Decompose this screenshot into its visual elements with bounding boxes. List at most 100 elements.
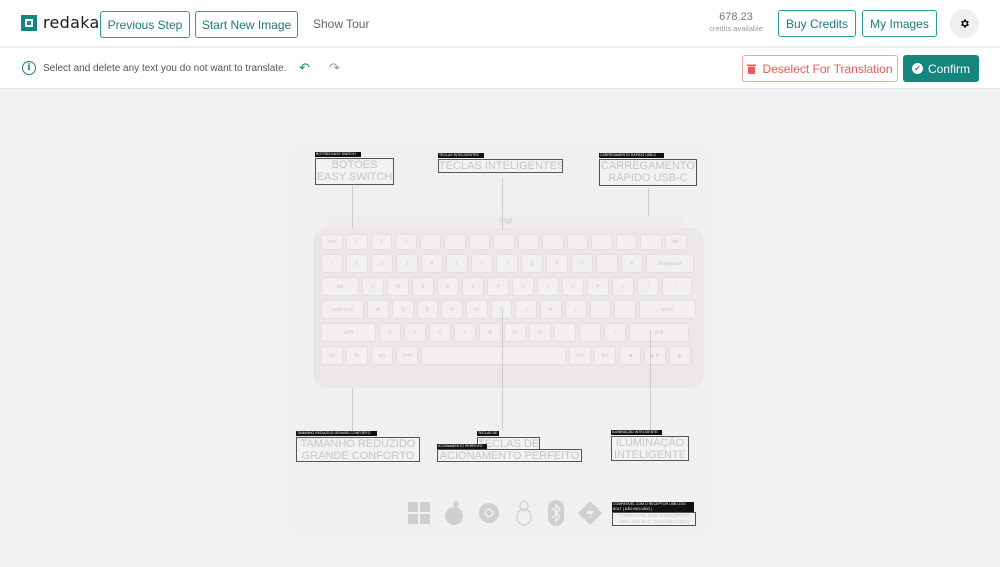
keyboard-key: - (596, 254, 618, 273)
keyboard-key: T (462, 277, 484, 296)
keyboard-key: 1 (346, 234, 368, 250)
text-region[interactable]: TECLAS INTELIGENTES (438, 159, 563, 173)
callout-line (352, 184, 353, 228)
text-region[interactable]: ACIONAMENTO PERFEITO (437, 449, 582, 462)
credits-label: credits available (709, 24, 763, 33)
keyboard-key: M (529, 323, 551, 342)
text-line: USB LOGI BOLT (NÃO INCLUÍDO) (618, 519, 690, 524)
callout-line (502, 310, 503, 430)
keyboard-key: F (441, 300, 464, 319)
text-region-tag[interactable]: CARREGAMENTO RÁPIDO USB-C (599, 153, 664, 158)
keyboard-key: cmd (569, 346, 591, 365)
text-region[interactable]: TAMANHO REDUZIDO GRANDE CONFORTO (296, 437, 420, 462)
keyboard-key: fn (346, 346, 368, 365)
keyboard-row: caps lockASDFGHJKL;'enter (321, 300, 697, 319)
keyboard-key: 2 (370, 234, 392, 250)
keyboard-key: P (587, 277, 609, 296)
keyboard-key: ctrl (321, 346, 343, 365)
keyboard-key: = (621, 254, 643, 273)
keyboard-key (419, 234, 441, 250)
text-region-tag[interactable]: ILUMINAÇÃO INTELIGENTE (611, 430, 662, 435)
keyboard-key: I (537, 277, 559, 296)
text-region[interactable]: BOTÕES EASY SWITCH (315, 158, 394, 185)
keyboard-key: Z (379, 323, 401, 342)
apple-icon (444, 500, 464, 530)
deselect-label: Deselect For Translation (762, 61, 893, 76)
keyboard-key (640, 234, 662, 250)
keyboard-key: N (504, 323, 526, 342)
buy-credits-button[interactable]: Buy Credits (778, 10, 856, 37)
keyboard-key: X (404, 323, 426, 342)
keyboard-key: D (416, 300, 439, 319)
keyboard-key: 4 (421, 254, 443, 273)
keyboard-key: V (454, 323, 476, 342)
keyboard-key: 3 (396, 254, 418, 273)
keyboard-key: O (562, 277, 584, 296)
deselect-for-translation-button[interactable]: Deselect For Translation (742, 55, 898, 82)
start-new-image-button[interactable]: Start New Image (195, 11, 298, 38)
keyboard-key: ▲▼ (644, 346, 666, 365)
show-tour-link[interactable]: Show Tour (313, 17, 369, 31)
text-region-tag[interactable]: BOTÕES EASY SWITCH (315, 152, 361, 157)
keyboard-row: ctrl fn opt cmd cmd opt ◀ ▲▼ ▶ (321, 346, 696, 365)
text-region[interactable]: ILUMINAÇÃO INTELIGENTE (611, 436, 689, 461)
text-region[interactable]: COMPATÍVEL COM O RECEPTOR USB LOGI BOLT … (612, 512, 696, 526)
keyboard-key: ▶ (669, 346, 691, 365)
keyboard-key: 3 (395, 234, 417, 250)
text-line: ACIONAMENTO PERFEITO (439, 450, 580, 462)
text-region-tag[interactable]: COMPATÍVEL COM O RECEPTOR USB LOGI BOLT … (612, 502, 694, 512)
text-region-tag[interactable]: TAMANHO REDUZIDO GRANDE CONFORTO (296, 431, 377, 436)
callout-line (352, 388, 353, 433)
linux-icon (514, 500, 534, 531)
credits-display: 678.23 credits available (700, 11, 772, 33)
keyboard-key: E (412, 277, 434, 296)
settings-button[interactable] (950, 9, 979, 38)
text-region[interactable]: CARREGAMENTO RÁPIDO USB-C (599, 159, 697, 186)
windows-icon (408, 502, 430, 529)
keyboard-key (444, 234, 466, 250)
text-line: CARREGAMENTO (601, 160, 695, 172)
keyboard-key: ~ (321, 254, 343, 273)
keyboard-key (493, 234, 515, 250)
text-line: TAMANHO REDUZIDO (300, 438, 416, 450)
keyboard-key: 1 (346, 254, 368, 273)
keyboard-key: ◀ (619, 346, 641, 365)
text-line: INTELIGENTE (613, 449, 687, 461)
keyboard-key: S (392, 300, 414, 319)
text-region-tag[interactable]: TECLAS DE (477, 431, 499, 436)
callout-line (648, 188, 649, 216)
info-icon: i (22, 61, 36, 75)
redo-icon[interactable]: ↷ (329, 60, 340, 76)
keyboard-key: 0 (571, 254, 593, 273)
text-line: EASY SWITCH (316, 171, 393, 183)
keyboard-key: 2 (371, 254, 393, 273)
keyboard-keys: esc 1 2 3 del ~1 2 3 4 5 6 7 8 9 0- = backspace tab Q W E R T Y… (321, 234, 697, 365)
undo-icon[interactable]: ↶ (299, 60, 310, 76)
text-line: RÁPIDO USB-C (608, 172, 688, 184)
keyboard-key: esc (321, 234, 343, 250)
keyboard-key: backspace (646, 254, 694, 273)
redaka-logo[interactable]: redaka (21, 15, 100, 31)
keyboard-key: opt (594, 346, 616, 365)
keyboard-key: . (579, 323, 601, 342)
keyboard-key: ; (589, 300, 612, 319)
keyboard-key: , (554, 323, 576, 342)
logi-bolt-icon (578, 501, 602, 530)
callout-line (650, 330, 651, 430)
text-line: BOTÕES (331, 159, 378, 171)
confirm-button[interactable]: ✓ Confirm (903, 55, 979, 82)
keyboard-key: [ (612, 277, 634, 296)
my-images-button[interactable]: My Images (862, 10, 937, 37)
keyboard-key: cmd (396, 346, 418, 365)
callout-line (502, 178, 503, 230)
keyboard-key: \ (662, 277, 692, 296)
previous-step-button[interactable]: Previous Step (100, 11, 190, 38)
text-region-tag[interactable]: TECLAS INTELIGENTES (438, 153, 484, 158)
image-canvas[interactable]: logi esc 1 2 3 del ~1 2 3 4 5 6 7 8 9 0- = backspace tab Q… (293, 148, 707, 533)
bluetooth-icon (548, 500, 564, 531)
keyboard-key: A (367, 300, 390, 319)
instruction-text: Select and delete any text you do not wa… (43, 63, 287, 74)
keyboard-key: K (540, 300, 562, 319)
chrome-icon (478, 502, 500, 529)
keyboard-key: C (429, 323, 451, 342)
